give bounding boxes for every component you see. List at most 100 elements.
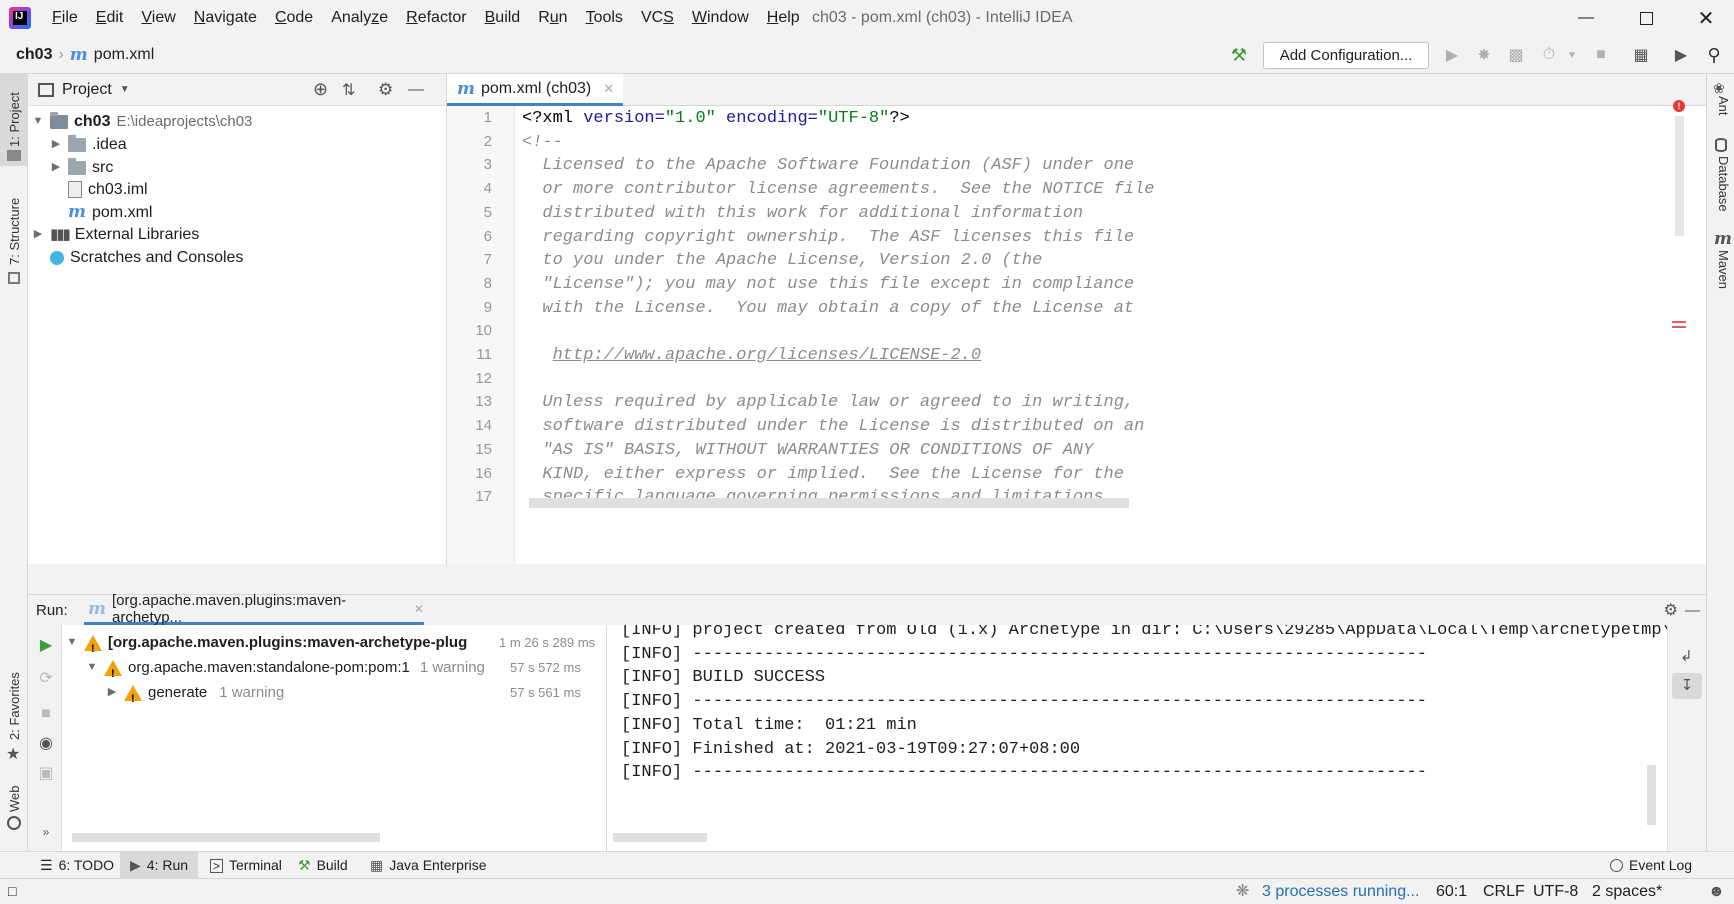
tab-project[interactable]: 1: Project <box>7 92 22 147</box>
tree-item-idea[interactable]: ▶ .idea <box>50 132 127 157</box>
tab-java-enterprise[interactable]: ▦ Java Enterprise <box>370 852 487 879</box>
tab-ant[interactable]: Ant <box>1716 96 1731 116</box>
run-icon[interactable]: ▶ <box>1441 44 1463 66</box>
caret-position[interactable]: 60:1 <box>1436 879 1467 904</box>
tree-item-scratches[interactable]: Scratches and Consoles <box>50 245 243 270</box>
profile-icon[interactable]: ⏱ <box>1538 44 1560 66</box>
close-tab-icon[interactable]: ✕ <box>414 602 424 616</box>
code-area[interactable]: <?xml version="1.0" encoding="UTF-8"?> <… <box>447 106 1687 564</box>
collapse-all-icon[interactable]: ⇅ <box>342 80 355 100</box>
error-indicator-icon[interactable]: ! <box>1673 100 1685 112</box>
collapsed-arrow-icon[interactable]: ▶ <box>50 132 62 157</box>
menu-vcs[interactable]: VCS <box>632 0 683 36</box>
breadcrumb-file[interactable]: pom.xml <box>94 46 154 64</box>
inspector-icon[interactable]: ☻ <box>1708 879 1725 904</box>
expanded-arrow-icon[interactable]: ▼ <box>32 109 44 134</box>
java-enterprise-icon: ▦ <box>370 857 384 873</box>
event-log-button[interactable]: Event Log <box>1610 852 1692 879</box>
file-encoding[interactable]: UTF-8 <box>1533 879 1578 904</box>
project-panel-title[interactable]: Project <box>62 81 112 99</box>
collapsed-arrow-icon[interactable]: ▶ <box>50 155 62 180</box>
error-stripe-marker[interactable] <box>1672 321 1686 323</box>
vertical-scrollbar[interactable] <box>1675 116 1684 236</box>
collapsed-arrow-icon[interactable]: ▶ <box>106 680 118 705</box>
menu-run[interactable]: Run <box>529 0 576 36</box>
vertical-scrollbar[interactable] <box>1647 765 1656 825</box>
run-tree-generate[interactable]: ▶ generate 1 warning <box>106 680 285 712</box>
run-console[interactable]: [INFO] project created from Old (1.x) Ar… <box>607 625 1667 851</box>
horizontal-scrollbar[interactable] <box>613 833 707 842</box>
run-tree-project[interactable]: ▼ org.apache.maven:standalone-pom:pom:1 … <box>86 655 485 687</box>
menu-code[interactable]: Code <box>266 0 322 36</box>
tab-maven[interactable]: Maven <box>1716 250 1731 289</box>
hide-icon[interactable]: — <box>1685 602 1700 619</box>
minimize-button[interactable]: — <box>1560 0 1612 36</box>
eye-icon[interactable]: ◉ <box>37 735 55 753</box>
warning-icon <box>84 634 102 662</box>
gear-icon[interactable]: ⚙ <box>378 80 393 100</box>
menu-refactor[interactable]: Refactor <box>397 0 475 36</box>
menu-edit[interactable]: Edit <box>87 0 133 36</box>
close-window-button[interactable]: ✕ <box>1680 0 1732 36</box>
presentation-icon[interactable]: ▶ <box>1670 44 1692 66</box>
error-stripe-marker[interactable] <box>1672 326 1686 328</box>
camera-icon[interactable]: ▣ <box>37 765 55 783</box>
stop-icon[interactable]: ■ <box>1590 44 1612 66</box>
coverage-icon[interactable]: ▩ <box>1505 44 1527 66</box>
expanded-arrow-icon[interactable]: ▼ <box>86 655 98 680</box>
run-tree-label: generate <box>148 684 208 701</box>
menu-help[interactable]: Help <box>758 0 809 36</box>
menu-navigate[interactable]: Navigate <box>185 0 266 36</box>
horizontal-scrollbar[interactable] <box>529 498 1129 508</box>
line-separator[interactable]: CRLF <box>1483 879 1525 904</box>
chevron-down-icon[interactable]: ▼ <box>120 84 130 95</box>
locate-icon[interactable]: ⊕ <box>313 79 328 100</box>
soft-wrap-icon[interactable]: ↲ <box>1680 647 1693 665</box>
tab-build[interactable]: ⚒ Build <box>298 852 348 879</box>
folder-icon <box>68 134 86 152</box>
search-icon[interactable]: ⚲ <box>1703 44 1725 66</box>
menu-analyze[interactable]: Analyze <box>322 0 397 36</box>
tab-terminal[interactable]: > Terminal <box>210 852 282 879</box>
chevron-down-icon[interactable]: ▼ <box>1561 44 1583 66</box>
menu-window[interactable]: Window <box>683 0 758 36</box>
tab-web[interactable]: Web <box>7 786 22 813</box>
menu-build[interactable]: Build <box>476 0 530 36</box>
add-configuration-button[interactable]: Add Configuration... <box>1263 42 1429 69</box>
tab-favorites[interactable]: 2: Favorites <box>7 672 22 740</box>
close-tab-icon[interactable]: ✕ <box>603 81 614 97</box>
stop-icon[interactable]: ■ <box>37 705 55 723</box>
tree-item-external-libraries[interactable]: ▶ ▮▮▮ External Libraries <box>32 222 200 247</box>
tree-item-ch03[interactable]: ▼ ch03 E:\ideaprojects\ch03 <box>32 109 252 134</box>
run-tree-root[interactable]: ▼ [org.apache.maven.plugins:maven-archet… <box>66 630 468 662</box>
hide-icon[interactable]: — <box>408 81 424 99</box>
more-icon[interactable]: » <box>37 823 55 841</box>
collapsed-arrow-icon[interactable]: ▶ <box>32 222 44 247</box>
license-link[interactable]: http://www.apache.org/licenses/LICENSE-2… <box>553 346 981 365</box>
menu-view[interactable]: View <box>132 0 184 36</box>
build-hammer-icon[interactable]: ⚒ <box>1228 44 1250 66</box>
debug-icon[interactable]: ✸ <box>1473 44 1495 66</box>
tab-database[interactable]: Database <box>1716 156 1731 212</box>
horizontal-scrollbar[interactable] <box>72 833 380 842</box>
rerun-failed-icon[interactable]: ⟳ <box>37 670 55 688</box>
rerun-icon[interactable]: ▶ <box>37 637 55 655</box>
expanded-arrow-icon[interactable]: ▼ <box>66 630 78 655</box>
project-structure-icon[interactable]: ▦ <box>1630 44 1652 66</box>
indent-setting[interactable]: 2 spaces* <box>1592 879 1662 904</box>
scroll-to-end-icon[interactable]: ↧ <box>1672 673 1702 699</box>
maximize-button[interactable] <box>1620 0 1672 36</box>
background-processes[interactable]: 3 processes running... <box>1262 879 1419 904</box>
breadcrumb-project[interactable]: ch03 <box>16 46 52 64</box>
tab-structure[interactable]: 7: Structure <box>7 198 22 265</box>
menu-file[interactable]: File <box>43 0 87 36</box>
editor-tab-pom[interactable]: m pom.xml (ch03) ✕ <box>447 74 623 106</box>
menu-tools[interactable]: Tools <box>577 0 632 36</box>
tab-todo[interactable]: ☰ 6: TODO <box>40 852 114 879</box>
toggle-tool-windows-icon[interactable]: □ <box>8 879 16 904</box>
left-tool-strip: 1: Project 7: Structure 2: Favorites ★ W… <box>0 74 28 851</box>
tab-run[interactable]: ▶ 4: Run <box>120 852 199 879</box>
tree-item-iml[interactable]: ch03.iml <box>68 177 148 202</box>
run-tab[interactable]: m [org.apache.maven.plugins:maven-archet… <box>84 592 424 626</box>
gear-icon[interactable]: ⚙ <box>1664 600 1678 620</box>
